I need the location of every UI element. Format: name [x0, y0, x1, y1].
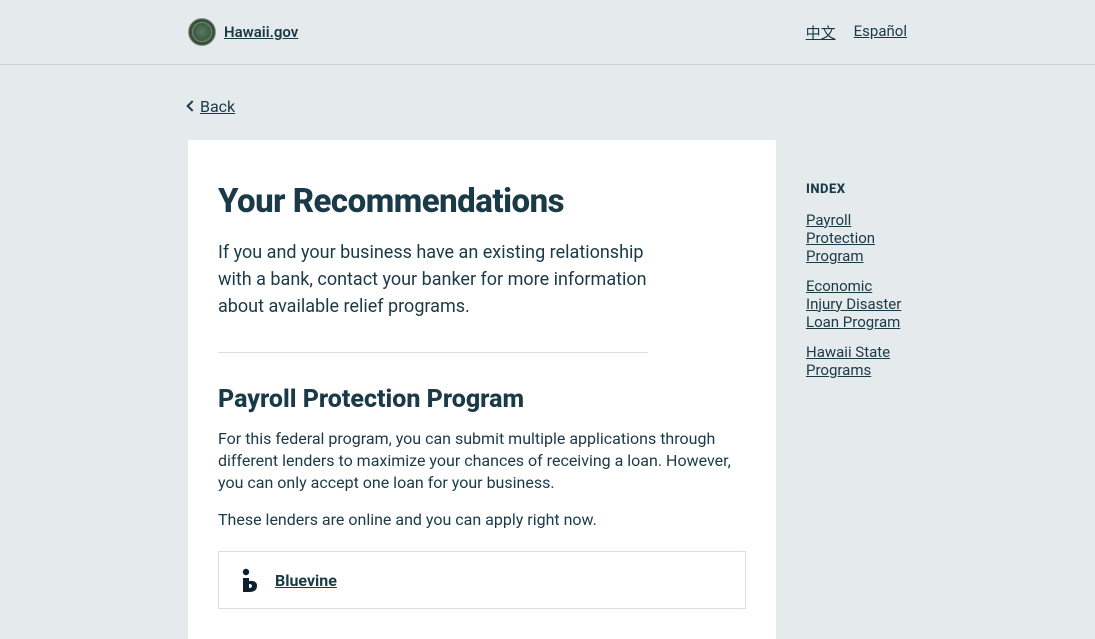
- site-header: Hawaii.gov 中文 Español: [0, 0, 1095, 65]
- content-container: Your Recommendations If you and your bus…: [0, 140, 1095, 639]
- lang-link-chinese[interactable]: 中文: [806, 22, 836, 43]
- lender-card[interactable]: Bluevine: [218, 551, 746, 609]
- index-list: Payroll Protection Program Economic Inju…: [806, 211, 907, 379]
- sidebar: INDEX Payroll Protection Program Economi…: [806, 140, 907, 639]
- section-text: These lenders are online and you can app…: [218, 509, 746, 531]
- intro-text: If you and your business have an existin…: [218, 239, 648, 353]
- brand-link[interactable]: Hawaii.gov: [188, 18, 298, 46]
- back-label: Back: [200, 97, 235, 116]
- language-links: 中文 Español: [806, 22, 907, 43]
- section-title-ppp: Payroll Protection Program: [218, 385, 746, 414]
- page-title: Your Recommendations: [218, 182, 746, 221]
- hawaii-seal-icon: [188, 18, 216, 46]
- index-link-eidl[interactable]: Economic Injury Disaster Loan Program: [806, 277, 907, 331]
- lang-link-spanish[interactable]: Español: [854, 22, 907, 43]
- bluevine-logo-icon: [239, 568, 261, 592]
- lender-link-bluevine[interactable]: Bluevine: [275, 571, 337, 590]
- main-card: Your Recommendations If you and your bus…: [188, 140, 776, 639]
- chevron-left-icon: [186, 100, 197, 111]
- index-heading: INDEX: [806, 182, 907, 197]
- back-link[interactable]: Back: [188, 97, 235, 116]
- index-link-ppp[interactable]: Payroll Protection Program: [806, 211, 907, 265]
- section-text: For this federal program, you can submit…: [218, 428, 746, 495]
- index-link-hawaii-state[interactable]: Hawaii State Programs: [806, 343, 907, 379]
- back-row: Back: [0, 65, 1095, 140]
- site-name: Hawaii.gov: [224, 23, 298, 41]
- header-inner: Hawaii.gov 中文 Español: [0, 18, 1095, 46]
